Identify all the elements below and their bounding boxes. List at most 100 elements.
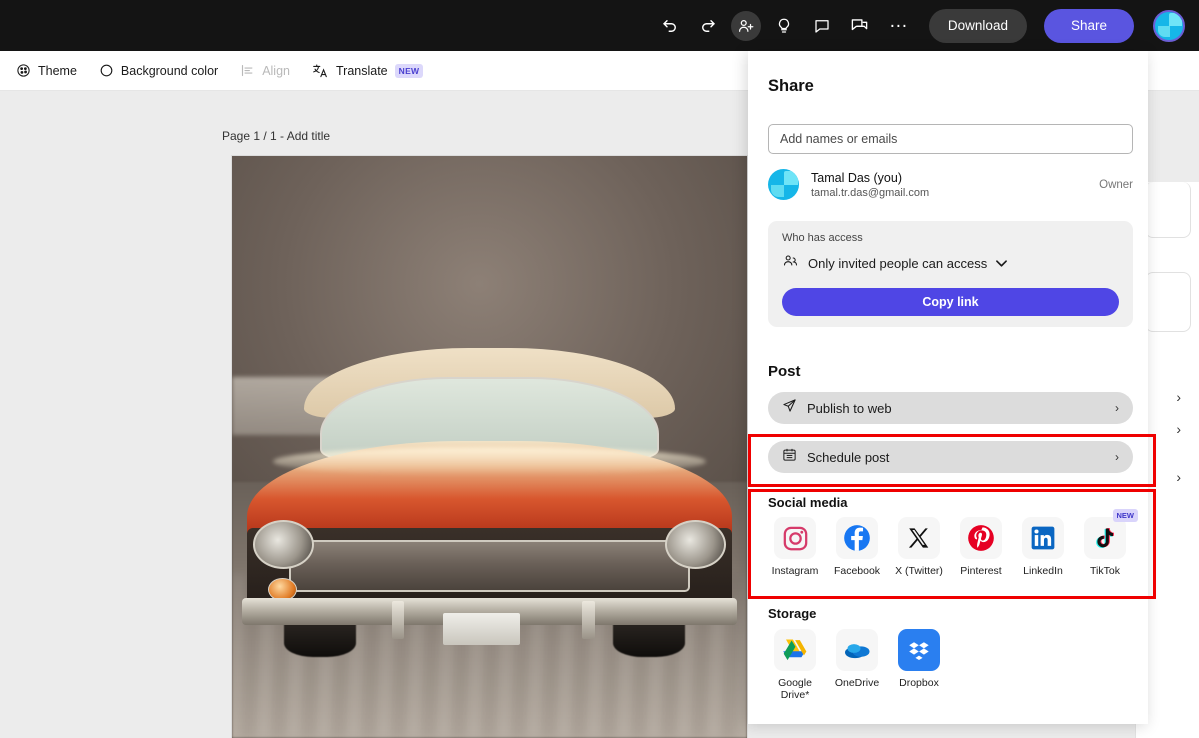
avatar-shape bbox=[1169, 13, 1182, 27]
car-license-plate bbox=[443, 612, 521, 645]
google-drive-label: Google Drive* bbox=[778, 677, 812, 702]
facebook-label: Facebook bbox=[833, 565, 881, 577]
storage-grid: Google Drive* OneDrive Dropbox bbox=[764, 629, 950, 701]
share-target-linkedin[interactable]: LinkedIn bbox=[1012, 517, 1074, 577]
theme-label: Theme bbox=[38, 63, 77, 78]
x-twitter-label: X (Twitter) bbox=[895, 565, 943, 577]
post-section-title: Post bbox=[768, 363, 801, 380]
who-has-access-card: Who has access Only invited people can a… bbox=[768, 221, 1133, 327]
share-panel: Share Tamal Das (you) tamal.tr.das@gmail… bbox=[748, 51, 1148, 724]
social-media-grid: Instagram Facebook X (Twitter) Pinterest… bbox=[764, 509, 1138, 577]
avatar-shape-2 bbox=[1157, 25, 1170, 37]
person-avatar bbox=[768, 169, 799, 200]
share-recipients-input[interactable] bbox=[768, 124, 1133, 154]
comments-icon[interactable] bbox=[845, 11, 875, 41]
person-info: Tamal Das (you) tamal.tr.das@gmail.com bbox=[811, 171, 1099, 199]
more-options-icon[interactable]: … bbox=[883, 11, 915, 41]
translate-new-badge: NEW bbox=[394, 63, 424, 78]
canvas-image[interactable] bbox=[232, 156, 747, 738]
chevron-right-icon: › bbox=[1115, 450, 1119, 464]
car-headlight-right bbox=[664, 519, 727, 570]
car-bumper-guard-right bbox=[582, 601, 595, 640]
people-icon bbox=[782, 253, 799, 274]
access-dropdown[interactable]: Only invited people can access bbox=[782, 253, 1119, 274]
share-person-row: Tamal Das (you) tamal.tr.das@gmail.com O… bbox=[768, 169, 1133, 200]
tiktok-icon bbox=[1084, 517, 1126, 559]
avatar-shape bbox=[783, 170, 798, 186]
schedule-post-row[interactable]: Schedule post › bbox=[768, 441, 1133, 473]
linkedin-label: LinkedIn bbox=[1023, 565, 1063, 577]
calendar-icon bbox=[782, 447, 797, 467]
car-bumper-guard-left bbox=[391, 601, 404, 640]
share-target-google-drive[interactable]: Google Drive* bbox=[764, 629, 826, 701]
car-headlight-left bbox=[252, 519, 315, 570]
share-target-tiktok[interactable]: NEW TikTok bbox=[1074, 509, 1138, 577]
person-email: tamal.tr.das@gmail.com bbox=[811, 186, 930, 199]
linkedin-icon bbox=[1022, 517, 1064, 559]
google-drive-icon bbox=[774, 629, 816, 671]
access-value: Only invited people can access bbox=[808, 256, 988, 271]
palette-icon bbox=[16, 63, 31, 78]
share-target-facebook[interactable]: Facebook bbox=[826, 517, 888, 577]
person-role: Owner bbox=[1099, 178, 1133, 191]
car-tire-left bbox=[283, 621, 356, 657]
x-twitter-icon bbox=[898, 517, 940, 559]
sidebar-chevron-3[interactable]: › bbox=[1176, 469, 1181, 485]
person-name: Tamal Das (you) bbox=[811, 170, 902, 185]
share-button[interactable]: Share bbox=[1043, 8, 1134, 43]
align-label: Align bbox=[262, 63, 290, 78]
share-target-pinterest[interactable]: Pinterest bbox=[950, 517, 1012, 577]
storage-title: Storage bbox=[768, 606, 817, 621]
share-target-x-twitter[interactable]: X (Twitter) bbox=[888, 517, 950, 577]
top-toolbar-icons: … Download Share bbox=[655, 8, 1185, 43]
background-color-label: Background color bbox=[120, 63, 219, 78]
tiktok-new-badge: NEW bbox=[1112, 509, 1138, 522]
add-person-icon[interactable] bbox=[730, 10, 761, 41]
translate-label: Translate bbox=[335, 63, 388, 78]
tiktok-label: TikTok bbox=[1090, 565, 1120, 577]
page-title[interactable]: Page 1 / 1 - Add title bbox=[222, 129, 330, 143]
car-grille bbox=[288, 540, 691, 593]
send-icon bbox=[782, 398, 797, 418]
onedrive-label: OneDrive bbox=[834, 677, 880, 689]
sidebar-chevron-1[interactable]: › bbox=[1176, 389, 1181, 405]
share-target-onedrive[interactable]: OneDrive bbox=[826, 629, 888, 701]
align-button[interactable]: Align bbox=[232, 57, 298, 85]
pinterest-icon bbox=[960, 517, 1002, 559]
share-panel-title: Share bbox=[768, 77, 814, 95]
who-has-access-label: Who has access bbox=[782, 232, 863, 244]
car-tire-right bbox=[613, 621, 686, 657]
share-target-dropbox[interactable]: Dropbox bbox=[888, 629, 950, 701]
download-button[interactable]: Download bbox=[928, 8, 1027, 43]
car-hood-highlight bbox=[273, 447, 706, 477]
theme-button[interactable]: Theme bbox=[8, 57, 85, 85]
copy-link-button[interactable]: Copy link bbox=[782, 288, 1119, 316]
instagram-icon bbox=[774, 517, 816, 559]
circle-icon bbox=[99, 63, 114, 78]
top-toolbar: … Download Share bbox=[0, 0, 1199, 51]
onedrive-icon bbox=[836, 629, 878, 671]
dropbox-icon bbox=[898, 629, 940, 671]
translate-button[interactable]: Translate NEW bbox=[304, 57, 431, 85]
dropbox-label: Dropbox bbox=[899, 677, 939, 689]
avatar-shape-2 bbox=[771, 184, 785, 197]
instagram-label: Instagram bbox=[771, 565, 819, 577]
share-target-instagram[interactable]: Instagram bbox=[764, 517, 826, 577]
sidebar-chevron-2[interactable]: › bbox=[1176, 421, 1181, 437]
app-window: … Download Share Theme Background color … bbox=[0, 0, 1199, 738]
redo-icon[interactable] bbox=[693, 11, 723, 41]
sidebar-card-2[interactable] bbox=[1145, 272, 1191, 332]
avatar[interactable] bbox=[1153, 9, 1185, 42]
chevron-right-icon: › bbox=[1115, 401, 1119, 415]
lightbulb-icon[interactable] bbox=[769, 11, 799, 41]
background-color-button[interactable]: Background color bbox=[91, 57, 226, 85]
facebook-icon bbox=[836, 517, 878, 559]
undo-icon[interactable] bbox=[655, 11, 685, 41]
align-icon bbox=[240, 63, 255, 78]
chevron-down-icon bbox=[996, 258, 1008, 270]
social-media-title: Social media bbox=[768, 495, 848, 510]
comment-icon[interactable] bbox=[807, 11, 837, 41]
sidebar-card-1[interactable] bbox=[1145, 182, 1191, 238]
schedule-post-label: Schedule post bbox=[807, 449, 890, 465]
publish-to-web-row[interactable]: Publish to web › bbox=[768, 392, 1133, 424]
